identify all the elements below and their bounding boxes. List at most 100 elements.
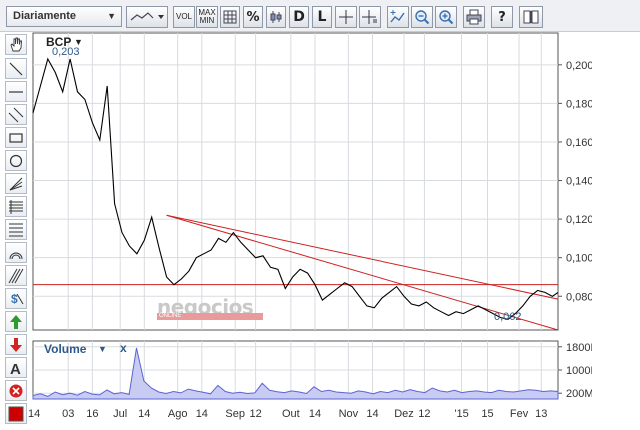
y-tick-label: 0,120 <box>566 214 592 226</box>
x-tick-label: 14 <box>366 408 379 420</box>
dollar-tool-button[interactable]: $ <box>5 288 27 309</box>
y-tick-label: 0,180 <box>566 98 592 110</box>
parallel-lines-icon <box>8 107 24 122</box>
price-chart[interactable]: 0,200 0,180 0,160 0,140 0,120 0,100 0,080 <box>32 32 592 332</box>
x-tick-label: 14 <box>195 408 208 420</box>
chart-type-select[interactable] <box>126 6 168 28</box>
volume-dropdown-icon[interactable]: ▼ <box>98 344 107 354</box>
y-tick-label: 0,080 <box>566 291 592 303</box>
draw-l-button[interactable]: L <box>312 6 332 28</box>
circle-icon <box>9 154 23 167</box>
plot-frame <box>32 32 559 331</box>
x-tick-label: Sep <box>225 408 245 420</box>
help-button[interactable]: ? <box>491 6 513 28</box>
gann-lines-icon <box>8 268 24 283</box>
gann-tool-button[interactable] <box>5 265 27 286</box>
text-tool-button[interactable]: A <box>5 357 27 378</box>
fibonacci-icon <box>9 199 23 214</box>
volume-y-tick-label: 200M <box>566 388 592 400</box>
x-tick-label: 12 <box>249 408 262 420</box>
y-tick-label: 0,100 <box>566 253 592 265</box>
volume-close-button[interactable]: x <box>120 341 127 355</box>
hline-tool-button[interactable] <box>5 81 27 102</box>
channel-tool-button[interactable] <box>5 104 27 125</box>
x-tick-label: 12 <box>418 408 431 420</box>
percent-button[interactable]: % <box>243 6 263 28</box>
period-select-label: Diariamente <box>13 10 76 22</box>
chevron-down-icon: ▼ <box>107 11 116 21</box>
volume-y-tick-label: 1800M <box>566 342 592 354</box>
arc-tool-button[interactable] <box>5 242 27 263</box>
volume-y-tick-label: 1000M <box>566 365 592 377</box>
toolbar: Diariamente ▼ VOL MAX MIN % D L ? <box>0 0 640 32</box>
x-tick-label: 14 <box>308 408 322 420</box>
arcs-icon <box>9 252 23 259</box>
volume-toggle-button[interactable]: VOL <box>173 6 195 28</box>
ellipse-tool-button[interactable] <box>5 150 27 171</box>
hand-icon <box>10 37 22 51</box>
crosshair-button[interactable] <box>335 6 357 28</box>
draw-d-button[interactable]: D <box>289 6 309 28</box>
buy-arrow-button[interactable] <box>5 311 27 332</box>
crosshair-value-button[interactable] <box>359 6 381 28</box>
candles-button[interactable] <box>266 6 286 28</box>
period-select[interactable]: Diariamente ▼ <box>6 6 122 27</box>
arrow-up-icon <box>10 314 22 329</box>
layout-button[interactable] <box>519 6 543 28</box>
y-tick-label: 0,160 <box>566 137 592 149</box>
x-tick-label: 13 <box>535 408 548 420</box>
pan-tool-button[interactable] <box>5 34 27 55</box>
zoom-in-icon <box>439 10 454 25</box>
x-tick-label: '15 <box>454 408 469 420</box>
zoom-area-icon <box>390 10 405 23</box>
sell-arrow-button[interactable] <box>5 334 27 355</box>
watermark-sub: ONLINE <box>159 313 182 319</box>
volume-toggle-label: VOL <box>175 12 192 21</box>
grid-toggle-button[interactable] <box>220 6 240 28</box>
x-tick-label: 03 <box>62 408 75 420</box>
x-axis: 14 03 16 Jul 14 Ago 14 Sep 12 Out 14 Nov 14 Dez 12 '15 1… <box>28 404 592 424</box>
x-tick-label: Fev <box>509 408 529 420</box>
delete-drawings-button[interactable] <box>5 380 27 401</box>
draw-l-label: L <box>317 9 327 25</box>
crosshair-icon <box>339 10 353 24</box>
rectangle-icon <box>9 132 23 143</box>
high-value-label: 0,203 <box>52 46 80 58</box>
line-tool-button[interactable] <box>5 58 27 79</box>
zoom-in-button[interactable] <box>435 6 457 28</box>
line-chart-icon <box>130 12 164 21</box>
fibonacci-tool-button[interactable] <box>5 196 27 217</box>
retracement-tool-button[interactable] <box>5 219 27 240</box>
x-tick-label: Nov <box>338 408 359 420</box>
print-button[interactable] <box>463 6 485 28</box>
diagonal-line-icon <box>9 62 23 75</box>
draw-d-label: D <box>293 9 305 25</box>
crosshair-value-icon <box>362 10 377 24</box>
x-tick-label: Ago <box>167 408 188 420</box>
y-tick-label: 0,140 <box>566 176 592 188</box>
fan-tool-button[interactable] <box>5 173 27 194</box>
maxmin-toggle-button[interactable]: MAX MIN <box>196 6 218 28</box>
x-tick-label: 15 <box>481 408 494 420</box>
zoom-out-button[interactable] <box>411 6 433 28</box>
x-tick-label: Dez <box>394 408 414 420</box>
percent-label: % <box>246 9 260 25</box>
color-picker-button[interactable] <box>5 403 27 424</box>
volume-title[interactable]: Volume <box>44 342 86 356</box>
x-tick-label: 14 <box>138 408 151 420</box>
retracement-icon <box>9 223 23 236</box>
x-tick-label: Out <box>281 408 300 420</box>
maxmin-toggle-label: MAX MIN <box>198 8 216 25</box>
volume-chart[interactable]: 1800M 1000M 200M <box>32 338 592 404</box>
delete-icon <box>9 384 23 397</box>
fan-lines-icon <box>9 177 23 190</box>
letter-a-icon: A <box>10 361 21 376</box>
dollar-icon: $ <box>11 292 24 306</box>
zoom-select-button[interactable] <box>387 6 409 28</box>
rectangle-tool-button[interactable] <box>5 127 27 148</box>
y-tick-label: 0,200 <box>566 60 592 72</box>
print-icon <box>466 9 482 25</box>
zoom-out-icon <box>415 10 430 25</box>
color-swatch-icon <box>8 406 24 421</box>
svg-text:A: A <box>10 361 21 376</box>
